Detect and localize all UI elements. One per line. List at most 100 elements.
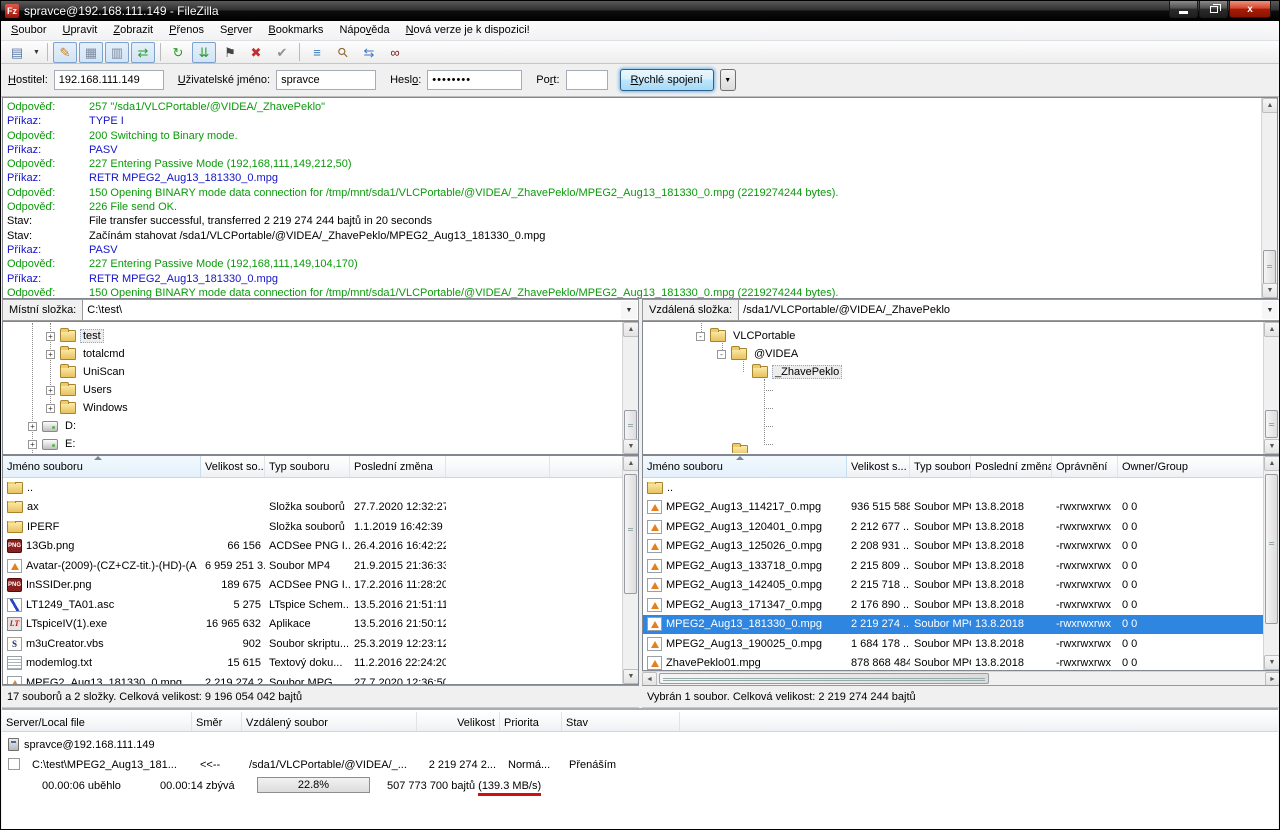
remote-folder-combo[interactable]: /sda1/VLCPortable/@VIDEA/_ZhavePeklo ▼	[739, 299, 1280, 321]
message-log[interactable]: Odpověď:257 "/sda1/VLCPortable/@VIDEA/_Z…	[2, 97, 1278, 299]
file-row-mpeg2-aug13-133718-0-mpg[interactable]: MPEG2_Aug13_133718_0.mpg2 215 809 ...Sou…	[643, 556, 1279, 576]
column-header-typ-souboru[interactable]: Typ souboru	[265, 456, 350, 477]
quickconnect-dropdown-button[interactable]: ▼	[720, 69, 736, 91]
queue-column-header-sm-r[interactable]: Směr	[192, 712, 242, 731]
remote-tree-scrollbar[interactable]: ▲ ▼	[1263, 322, 1279, 454]
scroll-up-icon[interactable]: ▲	[1264, 456, 1280, 471]
column-header-velikost-s[interactable]: Velikost s...	[847, 456, 910, 477]
column-header-jm-no-souboru[interactable]: Jméno souboru	[3, 456, 201, 477]
column-header-empty[interactable]	[550, 456, 625, 477]
file-row-modemlog-txt[interactable]: modemlog.txt15 615Textový doku...11.2.20…	[3, 654, 638, 674]
tree-item-totalcmd[interactable]: +totalcmd	[4, 345, 637, 363]
expand-icon[interactable]: +	[28, 422, 37, 431]
file-row-mpeg2-aug13-190025-0-mpg[interactable]: MPEG2_Aug13_190025_0.mpg1 684 178 ...Sou…	[643, 634, 1279, 654]
menu-item-soubor[interactable]: Soubor	[3, 22, 54, 39]
local-directory-tree[interactable]: +test+totalcmd+UniScan+Users+Windows+D:+…	[2, 321, 639, 455]
expand-icon[interactable]: +	[28, 440, 37, 449]
tree-item-windows[interactable]: +Windows	[4, 399, 637, 417]
local-list-scrollbar[interactable]: ▲ ▼	[622, 456, 638, 684]
tree-item-e[interactable]: +E:	[4, 435, 637, 453]
file-row-13gb-png[interactable]: PNG13Gb.png66 156ACDSee PNG I...26.4.201…	[3, 537, 638, 557]
queue-server-row[interactable]: spravce@192.168.111.149	[2, 736, 1278, 753]
file-row-zhavepeklo01-mpg[interactable]: ZhavePeklo01.mpg878 868 484Soubor MPG13.…	[643, 654, 1279, 672]
queue-column-header-stav[interactable]: Stav	[562, 712, 680, 731]
menu-item-upravit[interactable]: Upravit	[54, 22, 105, 39]
reconnect-button[interactable]: ✔	[270, 42, 294, 63]
file-row-mpeg2-aug13-114217-0-mpg[interactable]: MPEG2_Aug13_114217_0.mpg936 515 588Soubo…	[643, 498, 1279, 518]
toggle-transfer-queue-button[interactable]: ⇄	[131, 42, 155, 63]
toggle-remote-tree-button[interactable]: ▥	[105, 42, 129, 63]
expand-icon[interactable]: +	[46, 386, 55, 395]
cancel-operation-button[interactable]: ⚑	[218, 42, 242, 63]
queue-column-header-priorita[interactable]: Priorita	[500, 712, 562, 731]
menu-item-p-enos[interactable]: Přenos	[161, 22, 212, 39]
file-row-m3ucreator-vbs[interactable]: Sm3uCreator.vbs902Soubor skriptu...25.3.…	[3, 634, 638, 654]
collapse-icon[interactable]: -	[696, 332, 705, 341]
tree-item-test[interactable]: +test	[4, 327, 637, 345]
column-header-jm-no-souboru[interactable]: Jméno souboru	[643, 456, 847, 477]
host-input[interactable]: 192.168.111.149	[54, 70, 164, 90]
scroll-down-icon[interactable]: ▼	[1264, 655, 1280, 670]
minimize-button[interactable]	[1169, 1, 1198, 18]
file-row-mpeg2-aug13-120401-0-mpg[interactable]: MPEG2_Aug13_120401_0.mpg2 212 677 ...Sou…	[643, 517, 1279, 537]
toggle-local-tree-button[interactable]: ▦	[79, 42, 103, 63]
menu-item-nov-verze-je-k-dispozici[interactable]: Nová verze je k dispozici!	[398, 22, 538, 39]
file-row-iperf[interactable]: IPERFSložka souborů1.1.2019 16:42:39	[3, 517, 638, 537]
menu-item-server[interactable]: Server	[212, 22, 260, 39]
scrollbar-thumb[interactable]	[624, 474, 637, 594]
site-manager-button[interactable]: ▤	[5, 42, 29, 63]
remote-list-hscrollbar[interactable]: ◄ ►	[642, 671, 1280, 685]
synchronized-browsing-button[interactable]: ⇆	[357, 42, 381, 63]
menu-item-n-pov-da[interactable]: Nápověda	[331, 22, 397, 39]
directory-comparison-button[interactable]: ⚲	[331, 42, 355, 63]
file-row-mpeg2-aug13-181330-0-mpg[interactable]: MPEG2_Aug13_181330_0.mpg2 219 274 ...Sou…	[643, 615, 1279, 635]
quickconnect-button[interactable]: Rychlé spojení	[620, 69, 714, 91]
message-log-scrollbar[interactable]: ▲ ▼	[1261, 98, 1277, 298]
toggle-message-log-button[interactable]: ✎	[53, 42, 77, 63]
collapse-icon[interactable]: -	[717, 350, 726, 359]
refresh-button[interactable]: ↻	[166, 42, 190, 63]
column-header-posledn-zm-na[interactable]: Poslední změna	[971, 456, 1052, 477]
scroll-down-icon[interactable]: ▼	[623, 669, 639, 684]
tree-item-d[interactable]: +D:	[4, 417, 637, 435]
queue-file-row[interactable]: C:\test\MPEG2_Aug13_181... <<-- /sda1/VL…	[2, 756, 1278, 773]
scroll-up-icon[interactable]: ▲	[1264, 322, 1280, 337]
chevron-down-icon[interactable]: ▼	[1262, 301, 1278, 319]
file-row-ax[interactable]: axSložka souborů27.7.2020 12:32:27	[3, 498, 638, 518]
menu-item-bookmarks[interactable]: Bookmarks	[260, 22, 331, 39]
file-row-lt1249-ta01-asc[interactable]: LT1249_TA01.asc5 275LTspice Schem...13.5…	[3, 595, 638, 615]
queue-column-header-velikost[interactable]: Velikost	[417, 712, 500, 731]
disconnect-button[interactable]: ✖	[244, 42, 268, 63]
file-row-mpeg2-aug13-142405-0-mpg[interactable]: MPEG2_Aug13_142405_0.mpg2 215 718 ...Sou…	[643, 576, 1279, 596]
scrollbar-thumb[interactable]	[1263, 250, 1276, 284]
column-header-empty[interactable]	[446, 456, 550, 477]
queue-column-header-vzd-len-soubor[interactable]: Vzdálený soubor	[242, 712, 417, 731]
directory-listing-filters-button[interactable]: ≡	[305, 42, 329, 63]
toggle-process-queue-button[interactable]: ⇊	[192, 42, 216, 63]
remote-list-scrollbar[interactable]: ▲ ▼	[1263, 456, 1279, 670]
remote-file-list[interactable]: Jméno souboruVelikost s...Typ souboruPos…	[642, 455, 1280, 671]
tree-item-zhavepeklo[interactable]: +_ZhavePeklo	[644, 363, 1278, 381]
scroll-down-icon[interactable]: ▼	[623, 439, 639, 454]
scroll-up-icon[interactable]: ▲	[1262, 98, 1278, 113]
restore-button[interactable]	[1199, 1, 1228, 18]
file-row-avatar-2009-cz-cz-tit-hd-ak-n[interactable]: Avatar-(2009)-(CZ+CZ-tit.)-(HD)-(Akčn...…	[3, 556, 638, 576]
file-row-item[interactable]: ..	[3, 478, 638, 498]
close-button[interactable]: x	[1229, 1, 1271, 18]
queue-item-checkbox[interactable]	[8, 758, 20, 770]
file-row-ltspiceiv-1-exe[interactable]: LTLTspiceIV(1).exe16 965 632Aplikace13.5…	[3, 615, 638, 635]
file-row-mpeg2-aug13-171347-0-mpg[interactable]: MPEG2_Aug13_171347_0.mpg2 176 890 ...Sou…	[643, 595, 1279, 615]
password-input[interactable]: ••••••••	[427, 70, 522, 90]
column-header-velikost-so[interactable]: Velikost so...	[201, 456, 265, 477]
local-file-list[interactable]: Jméno souboruVelikost so...Typ souboruPo…	[2, 455, 639, 685]
column-header-posledn-zm-na[interactable]: Poslední změna	[350, 456, 446, 477]
scroll-down-icon[interactable]: ▼	[1262, 283, 1278, 298]
menu-item-zobrazit[interactable]: Zobrazit	[105, 22, 161, 39]
local-folder-combo[interactable]: C:\test\ ▼	[83, 299, 639, 321]
scrollbar-thumb[interactable]	[624, 410, 637, 440]
site-manager-dropdown-button[interactable]: ▼	[30, 42, 43, 63]
file-row-mpeg2-aug13-125026-0-mpg[interactable]: MPEG2_Aug13_125026_0.mpg2 208 931 ...Sou…	[643, 537, 1279, 557]
port-input[interactable]	[566, 70, 608, 90]
chevron-down-icon[interactable]: ▼	[621, 301, 637, 319]
find-files-button[interactable]: ∞	[383, 42, 407, 63]
